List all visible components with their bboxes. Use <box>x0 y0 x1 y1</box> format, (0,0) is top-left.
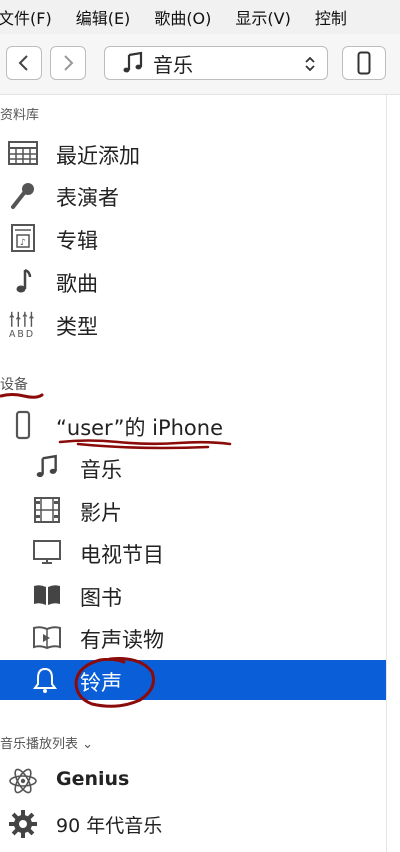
chevron-left-icon <box>18 55 28 71</box>
forward-button[interactable] <box>50 46 86 80</box>
svg-text:D: D <box>26 329 33 339</box>
sidebar-item-device-tones[interactable]: 铃声 <box>0 660 386 700</box>
menu-file[interactable]: 文件(F) <box>0 5 52 29</box>
audiobook-icon <box>32 622 62 652</box>
sidebar-item-device-movies[interactable]: 影片 <box>0 490 386 530</box>
phone-icon <box>8 410 38 440</box>
sidebar-item-recently-added[interactable]: 最近添加 <box>0 133 386 173</box>
back-button[interactable] <box>6 46 42 80</box>
updown-chevron-icon <box>305 56 315 72</box>
device-name-label: “user”的 iPhone <box>56 416 224 440</box>
microphone-icon <box>8 180 38 210</box>
media-kind-label: 音乐 <box>153 52 193 77</box>
svg-text:A: A <box>9 329 16 339</box>
atom-icon <box>8 766 38 796</box>
sidebar-item-label: 有声读物 <box>80 628 164 652</box>
library-header: 资料库 <box>0 108 40 123</box>
sidebar-item-genius[interactable]: Genius <box>0 761 386 801</box>
chevron-right-icon <box>64 55 74 71</box>
sidebar-item-device-books[interactable]: 图书 <box>0 575 386 615</box>
sidebar-item-albums[interactable]: ♪ 专辑 <box>0 218 386 258</box>
sidebar-item-label: 铃声 <box>80 671 122 695</box>
sidebar-item-device-iphone[interactable]: “user”的 iPhone <box>0 405 386 445</box>
media-kind-select[interactable]: 音乐 <box>104 46 328 80</box>
sidebar-item-label: 专辑 <box>56 229 98 253</box>
bell-icon <box>30 665 60 695</box>
sidebar-item-label: Genius <box>56 768 130 790</box>
sidebar-item-device-music[interactable]: 音乐 <box>0 447 386 487</box>
toolbar: 音乐 <box>0 34 400 95</box>
menu-song[interactable]: 歌曲(O) <box>154 5 211 29</box>
sidebar-item-label: 类型 <box>56 315 98 339</box>
menu-controls[interactable]: 控制 <box>315 5 347 29</box>
sidebar-item-label: 音乐 <box>80 458 122 482</box>
svg-text:♪: ♪ <box>20 238 26 248</box>
svg-text:B: B <box>17 329 23 339</box>
sidebar-item-label: 图书 <box>80 586 122 610</box>
sidebar-item-label: 最近添加 <box>56 144 140 168</box>
calendar-grid-icon <box>8 138 38 168</box>
genre-icon: A B D <box>8 309 38 339</box>
sidebar-item-label: 表演者 <box>56 186 119 210</box>
menu-edit[interactable]: 编辑(E) <box>76 5 131 29</box>
music-note-icon <box>8 266 38 296</box>
sidebar-item-genres[interactable]: A B D 类型 <box>0 304 386 344</box>
sidebar-item-label: 90 年代音乐 <box>56 815 163 837</box>
film-icon <box>32 495 62 525</box>
sidebar-item-label: 歌曲 <box>56 272 98 296</box>
phone-icon <box>357 51 371 75</box>
sidebar-item-90s-music[interactable]: 90 年代音乐 <box>0 804 386 844</box>
playlists-header[interactable]: 音乐播放列表 ⌄ <box>0 733 93 752</box>
menu-view[interactable]: 显示(V) <box>235 5 290 29</box>
music-note-icon <box>32 452 62 482</box>
devices-header: 设备 <box>0 377 28 393</box>
device-button[interactable] <box>342 46 386 80</box>
sidebar-item-device-audiobooks[interactable]: 有声读物 <box>0 617 386 657</box>
tv-icon <box>32 537 62 567</box>
sidebar-item-songs[interactable]: 歌曲 <box>0 261 386 301</box>
sidebar-item-device-tv[interactable]: 电视节目 <box>0 532 386 572</box>
sidebar-item-artists[interactable]: 表演者 <box>0 175 386 215</box>
music-note-icon <box>123 51 143 73</box>
gear-icon <box>8 809 38 839</box>
book-icon <box>32 580 62 610</box>
sidebar-item-label: 影片 <box>80 501 122 525</box>
sidebar-item-label: 电视节目 <box>80 543 164 567</box>
album-icon: ♪ <box>8 223 38 253</box>
menu-bar: 文件(F) 编辑(E) 歌曲(O) 显示(V) 控制 <box>0 0 400 35</box>
sidebar-divider <box>386 94 387 852</box>
